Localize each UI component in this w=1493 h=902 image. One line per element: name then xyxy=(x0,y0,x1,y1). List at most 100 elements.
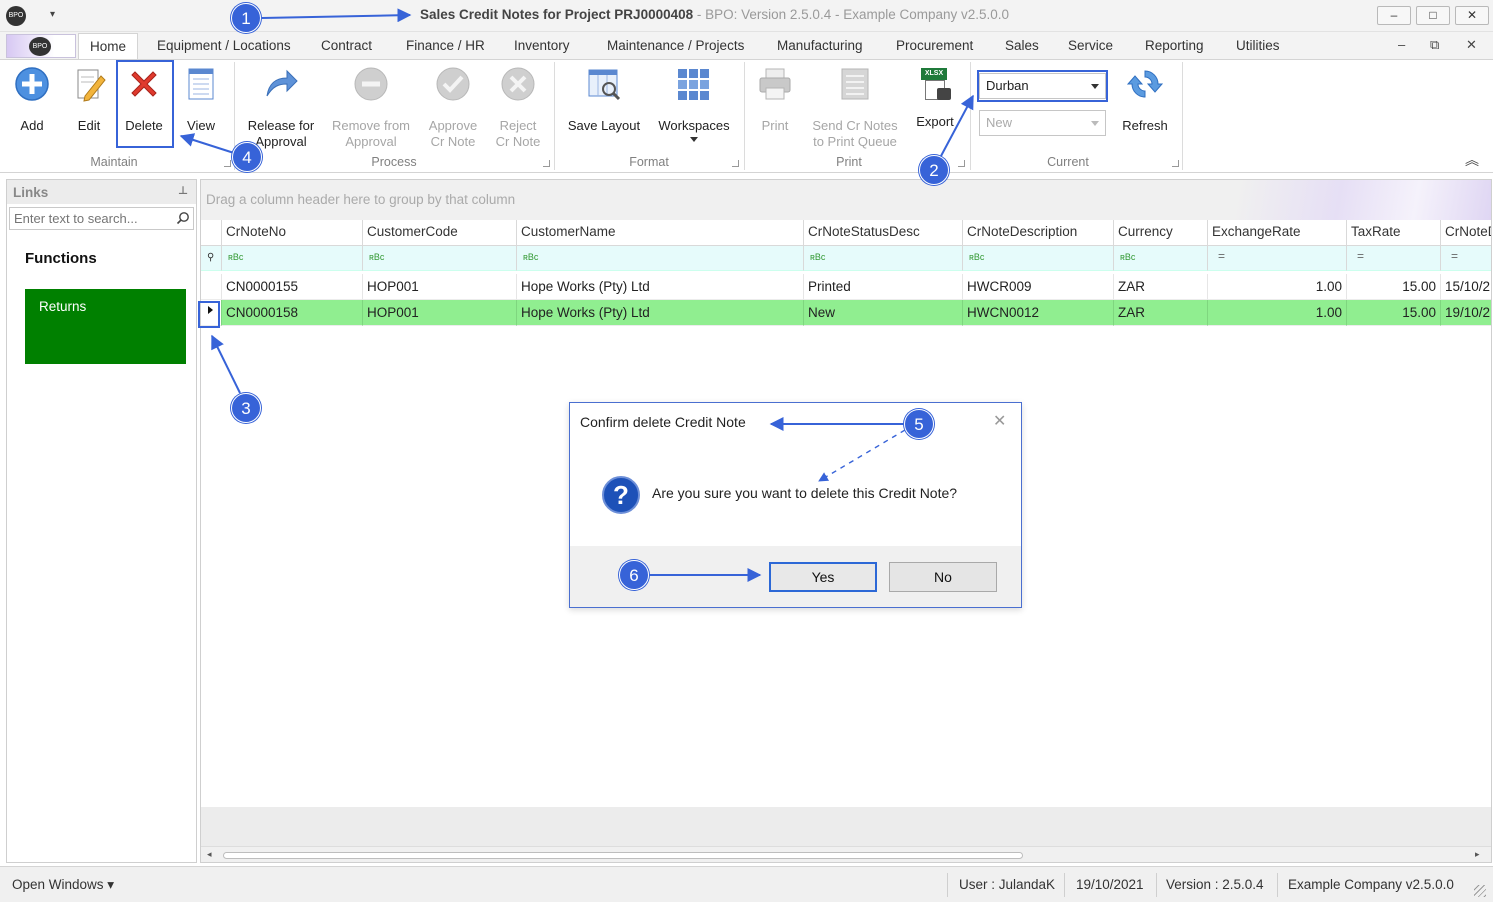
tab-service[interactable]: Service xyxy=(1068,38,1113,53)
cell-customercode[interactable]: HOP001 xyxy=(363,300,517,326)
add-button[interactable]: Add xyxy=(8,66,56,134)
filter-cell[interactable]: = xyxy=(1441,246,1491,271)
filter-cell[interactable]: ʀBc xyxy=(1114,246,1208,271)
search-icon[interactable] xyxy=(176,211,190,225)
reject-cr-note-button[interactable]: Reject Cr Note xyxy=(490,66,546,150)
resize-grip-icon[interactable] xyxy=(1474,885,1486,897)
maximize-button[interactable]: □ xyxy=(1416,6,1450,25)
horizontal-scrollbar[interactable]: ◂ ▸ xyxy=(201,846,1491,862)
open-windows-button[interactable]: Open Windows ▾ xyxy=(12,877,114,893)
tab-home[interactable]: Home xyxy=(78,33,138,60)
dialog-close-icon[interactable]: ✕ xyxy=(993,411,1006,431)
tab-equipment-locations[interactable]: Equipment / Locations xyxy=(157,38,291,53)
mdi-restore-button[interactable]: ⧉ xyxy=(1430,37,1439,53)
cell-status[interactable]: Printed xyxy=(804,274,963,300)
filter-cell[interactable]: ʀBc xyxy=(804,246,963,271)
view-button[interactable]: View xyxy=(178,66,224,134)
tab-utilities[interactable]: Utilities xyxy=(1236,38,1280,53)
cell-taxrate[interactable]: 15.00 xyxy=(1347,300,1441,326)
workspaces-button[interactable]: Workspaces xyxy=(654,66,734,142)
scrollbar-thumb[interactable] xyxy=(223,852,1023,859)
cell-customercode[interactable]: HOP001 xyxy=(363,274,517,300)
format-launcher-icon[interactable] xyxy=(732,160,739,167)
column-header-exchangerate[interactable]: ExchangeRate xyxy=(1208,220,1347,246)
site-select[interactable]: Durban xyxy=(979,73,1106,99)
returns-tile[interactable]: Returns xyxy=(25,289,186,364)
cell-description[interactable]: HWCN0012 xyxy=(963,300,1114,326)
cell-exchangerate[interactable]: 1.00 xyxy=(1208,274,1347,300)
file-menu-button[interactable]: BPO xyxy=(6,34,76,58)
cell-currency[interactable]: ZAR xyxy=(1114,300,1208,326)
row-indicator[interactable] xyxy=(201,300,222,326)
maintain-launcher-icon[interactable] xyxy=(224,160,231,167)
minimize-button[interactable]: – xyxy=(1377,6,1411,25)
save-layout-button[interactable]: Save Layout xyxy=(562,66,646,134)
callout-4: 4 xyxy=(232,142,262,172)
cell-customername[interactable]: Hope Works (Pty) Ltd xyxy=(517,274,804,300)
pin-icon[interactable]: ⊥ xyxy=(178,184,188,197)
print-launcher-icon[interactable] xyxy=(958,160,965,167)
close-button[interactable]: ✕ xyxy=(1455,6,1489,25)
filter-cell[interactable]: ʀBc xyxy=(963,246,1114,271)
mdi-minimize-button[interactable]: – xyxy=(1398,37,1405,52)
tab-contract[interactable]: Contract xyxy=(321,38,372,53)
approve-label-1: Approve xyxy=(428,118,478,133)
approve-cr-note-button[interactable]: Approve Cr Note xyxy=(423,66,483,150)
remove-from-approval-button[interactable]: Remove from Approval xyxy=(328,66,414,150)
tab-reporting[interactable]: Reporting xyxy=(1145,38,1204,53)
delete-button[interactable]: Delete xyxy=(119,66,169,134)
cell-status[interactable]: New xyxy=(804,300,963,326)
no-button[interactable]: No xyxy=(889,562,997,592)
status-select[interactable]: New xyxy=(979,110,1106,136)
column-header-customercode[interactable]: CustomerCode xyxy=(363,220,517,246)
cell-customername[interactable]: Hope Works (Pty) Ltd xyxy=(517,300,804,326)
yes-button[interactable]: Yes xyxy=(769,562,877,592)
filter-cell[interactable]: ʀBc xyxy=(222,246,363,271)
send-to-print-queue-button[interactable]: Send Cr Notes to Print Queue xyxy=(806,66,904,150)
cell-description[interactable]: HWCR009 xyxy=(963,274,1114,300)
group-by-panel[interactable]: Drag a column header here to group by th… xyxy=(201,180,1491,220)
filter-cell[interactable]: ʀBc xyxy=(363,246,517,271)
send-label-2: to Print Queue xyxy=(813,134,897,149)
edit-button[interactable]: Edit xyxy=(64,66,114,134)
column-header-taxrate[interactable]: TaxRate xyxy=(1347,220,1441,246)
export-button[interactable]: XLSX Export xyxy=(910,66,960,130)
filter-cell[interactable]: ʀBc xyxy=(517,246,804,271)
mdi-close-button[interactable]: ✕ xyxy=(1466,37,1477,53)
tab-inventory[interactable]: Inventory xyxy=(514,38,570,53)
column-header-crnotedate[interactable]: CrNoteD xyxy=(1441,220,1491,246)
tab-sales[interactable]: Sales xyxy=(1005,38,1039,53)
current-launcher-icon[interactable] xyxy=(1172,160,1179,167)
collapse-ribbon-icon[interactable]: ︽ xyxy=(1465,150,1479,170)
cell-crnotedate[interactable]: 15/10/2 xyxy=(1441,274,1491,300)
remove-icon xyxy=(354,67,388,101)
scroll-left-icon[interactable]: ◂ xyxy=(207,849,212,860)
links-search-input[interactable] xyxy=(9,207,194,230)
scroll-right-icon[interactable]: ▸ xyxy=(1475,849,1480,860)
column-header-crnotedescription[interactable]: CrNoteDescription xyxy=(963,220,1114,246)
tab-procurement[interactable]: Procurement xyxy=(896,38,973,53)
column-header-crnoteno[interactable]: CrNoteNo xyxy=(222,220,363,246)
cell-exchangerate[interactable]: 1.00 xyxy=(1208,300,1347,326)
row-indicator[interactable] xyxy=(201,274,222,300)
app-logo-icon[interactable]: BPO xyxy=(6,6,26,26)
quick-access-dropdown-icon[interactable]: ▾ xyxy=(50,9,55,20)
print-button[interactable]: Print xyxy=(752,66,798,134)
cell-crnoteno[interactable]: CN0000158 xyxy=(222,300,363,326)
process-launcher-icon[interactable] xyxy=(543,160,550,167)
reject-x-icon xyxy=(501,67,535,101)
tab-finance-hr[interactable]: Finance / HR xyxy=(406,38,485,53)
cell-crnotedate[interactable]: 19/10/2 xyxy=(1441,300,1491,326)
column-header-currency[interactable]: Currency xyxy=(1114,220,1208,246)
tab-manufacturing[interactable]: Manufacturing xyxy=(777,38,863,53)
filter-cell[interactable]: = xyxy=(1208,246,1347,271)
cell-currency[interactable]: ZAR xyxy=(1114,274,1208,300)
column-header-customername[interactable]: CustomerName xyxy=(517,220,804,246)
cell-taxrate[interactable]: 15.00 xyxy=(1347,274,1441,300)
cell-crnoteno[interactable]: CN0000155 xyxy=(222,274,363,300)
release-for-approval-button[interactable]: Release for Approval xyxy=(240,66,322,150)
filter-cell[interactable]: = xyxy=(1347,246,1441,271)
refresh-button[interactable]: Refresh xyxy=(1115,66,1175,134)
tab-maintenance-projects[interactable]: Maintenance / Projects xyxy=(607,38,744,53)
column-header-crnotestatusdesc[interactable]: CrNoteStatusDesc xyxy=(804,220,963,246)
